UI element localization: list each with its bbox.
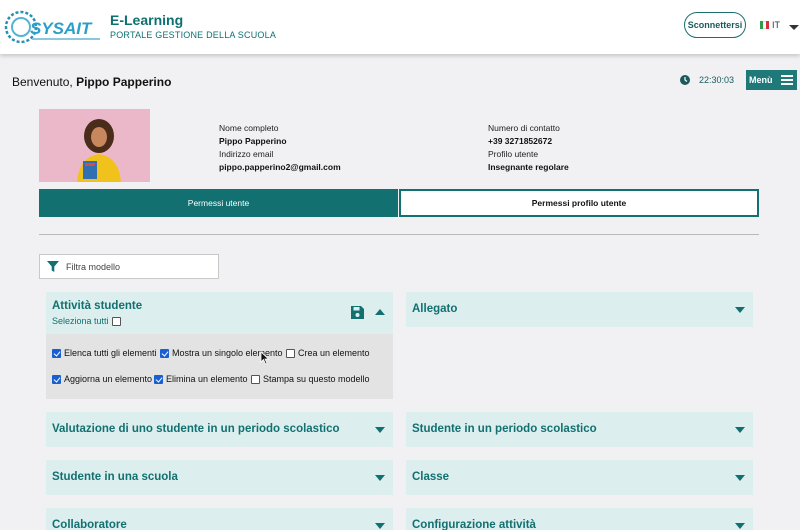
email-value: pippo.papperino2@gmail.com xyxy=(219,162,341,172)
avatar xyxy=(39,109,150,182)
permissions-body: Elenca tutti gli elementi Mostra un sing… xyxy=(46,334,393,399)
divider xyxy=(39,234,759,235)
mouse-cursor-icon xyxy=(260,351,270,365)
hamburger-icon xyxy=(781,75,793,85)
permission-label: Aggiorna un elemento xyxy=(64,374,153,384)
expand-icon[interactable] xyxy=(735,523,745,529)
checkbox[interactable] xyxy=(251,374,260,384)
sysait-logo: SYSAIT xyxy=(4,10,100,44)
panel-title: Collaboratore xyxy=(52,519,127,530)
italy-flag-icon xyxy=(760,21,769,29)
language-dropdown-icon[interactable] xyxy=(789,25,799,30)
app-subtitle: PORTALE GESTIONE DELLA SCUOLA xyxy=(110,30,277,40)
panel-valutazione[interactable]: Valutazione di uno studente in un period… xyxy=(46,412,393,447)
email-label: Indirizzo email xyxy=(219,149,274,159)
expand-icon[interactable] xyxy=(375,427,385,433)
permission-label: Stampa su questo modello xyxy=(263,374,370,384)
expand-icon[interactable] xyxy=(735,307,745,313)
checkbox[interactable] xyxy=(52,348,61,358)
panel-title: Allegato xyxy=(412,303,458,315)
panel-title: Configurazione attività xyxy=(412,519,536,530)
panel-configurazione[interactable]: Configurazione attività xyxy=(406,508,753,530)
checkbox[interactable] xyxy=(286,348,295,358)
checkbox[interactable] xyxy=(160,348,169,358)
permission-label: Elimina un elemento xyxy=(166,374,248,384)
app-title: E-Learning xyxy=(110,12,184,28)
select-all-label: Seleziona tutti xyxy=(52,316,109,326)
panel-title: Classe xyxy=(412,471,450,483)
welcome-greeting: Benvenuto, xyxy=(12,75,73,89)
menu-label: Menù xyxy=(749,75,773,85)
permission-label: Elenca tutti gli elementi xyxy=(64,348,157,358)
permission-delete[interactable]: Elimina un elemento xyxy=(154,374,248,384)
contact-label: Numero di contatto xyxy=(488,123,560,133)
select-all-checkbox[interactable] xyxy=(111,316,121,326)
filter-icon xyxy=(47,261,59,272)
full-name-value: Pippo Papperino xyxy=(219,136,287,146)
full-name-label: Nome completo xyxy=(219,123,279,133)
permission-update[interactable]: Aggiorna un elemento xyxy=(52,374,152,384)
panel-classe[interactable]: Classe xyxy=(406,460,753,495)
clock-icon xyxy=(680,75,690,85)
permission-create[interactable]: Crea un elemento xyxy=(286,348,370,358)
permission-print[interactable]: Stampa su questo modello xyxy=(251,374,370,384)
checkbox[interactable] xyxy=(52,374,61,384)
tab-profile-permissions[interactable]: Permessi profilo utente xyxy=(399,189,759,217)
checkbox[interactable] xyxy=(154,374,163,384)
panel-title: Attività studente xyxy=(52,300,143,312)
logout-button[interactable]: Sconnettersi xyxy=(684,12,746,38)
welcome-user-name: Pippo Papperino xyxy=(76,75,172,89)
tab-user-permissions[interactable]: Permessi utente xyxy=(39,189,398,217)
welcome-message: Benvenuto, Pippo Papperino xyxy=(12,75,171,89)
panel-attivita-studente[interactable]: Attività studente Seleziona tutti xyxy=(46,292,393,334)
panel-studente-periodo[interactable]: Studente in un periodo scolastico xyxy=(406,412,753,447)
role-label: Profilo utente xyxy=(488,149,539,159)
contact-value: +39 3271852672 xyxy=(488,136,553,146)
role-value: Insegnante regolare xyxy=(488,162,569,172)
panel-collaboratore[interactable]: Collaboratore xyxy=(46,508,393,530)
collapse-icon[interactable] xyxy=(375,309,385,315)
language-selector[interactable]: IT xyxy=(760,20,780,30)
user-photo xyxy=(39,109,150,182)
panel-title: Studente in una scuola xyxy=(52,471,178,483)
expand-icon[interactable] xyxy=(375,523,385,529)
clock-time: 22:30:03 xyxy=(699,75,735,85)
language-label: IT xyxy=(772,20,780,30)
expand-icon[interactable] xyxy=(735,427,745,433)
filter-model-input[interactable] xyxy=(66,258,214,275)
save-icon[interactable] xyxy=(351,306,364,319)
panel-title: Valutazione di uno studente in un period… xyxy=(52,423,340,435)
top-header: SYSAIT E-Learning PORTALE GESTIONE DELLA… xyxy=(0,0,800,54)
svg-text:SYSAIT: SYSAIT xyxy=(30,19,93,38)
menu-button[interactable]: Menù xyxy=(746,70,797,90)
expand-icon[interactable] xyxy=(375,475,385,481)
panel-allegato[interactable]: Allegato xyxy=(406,292,753,327)
filter-box xyxy=(39,254,219,279)
expand-icon[interactable] xyxy=(735,475,745,481)
select-all[interactable]: Seleziona tutti xyxy=(52,316,121,326)
panel-title: Studente in un periodo scolastico xyxy=(412,423,597,435)
permission-list-all[interactable]: Elenca tutti gli elementi xyxy=(52,348,157,358)
permission-label: Crea un elemento xyxy=(298,348,370,358)
panel-studente-scuola[interactable]: Studente in una scuola xyxy=(46,460,393,495)
